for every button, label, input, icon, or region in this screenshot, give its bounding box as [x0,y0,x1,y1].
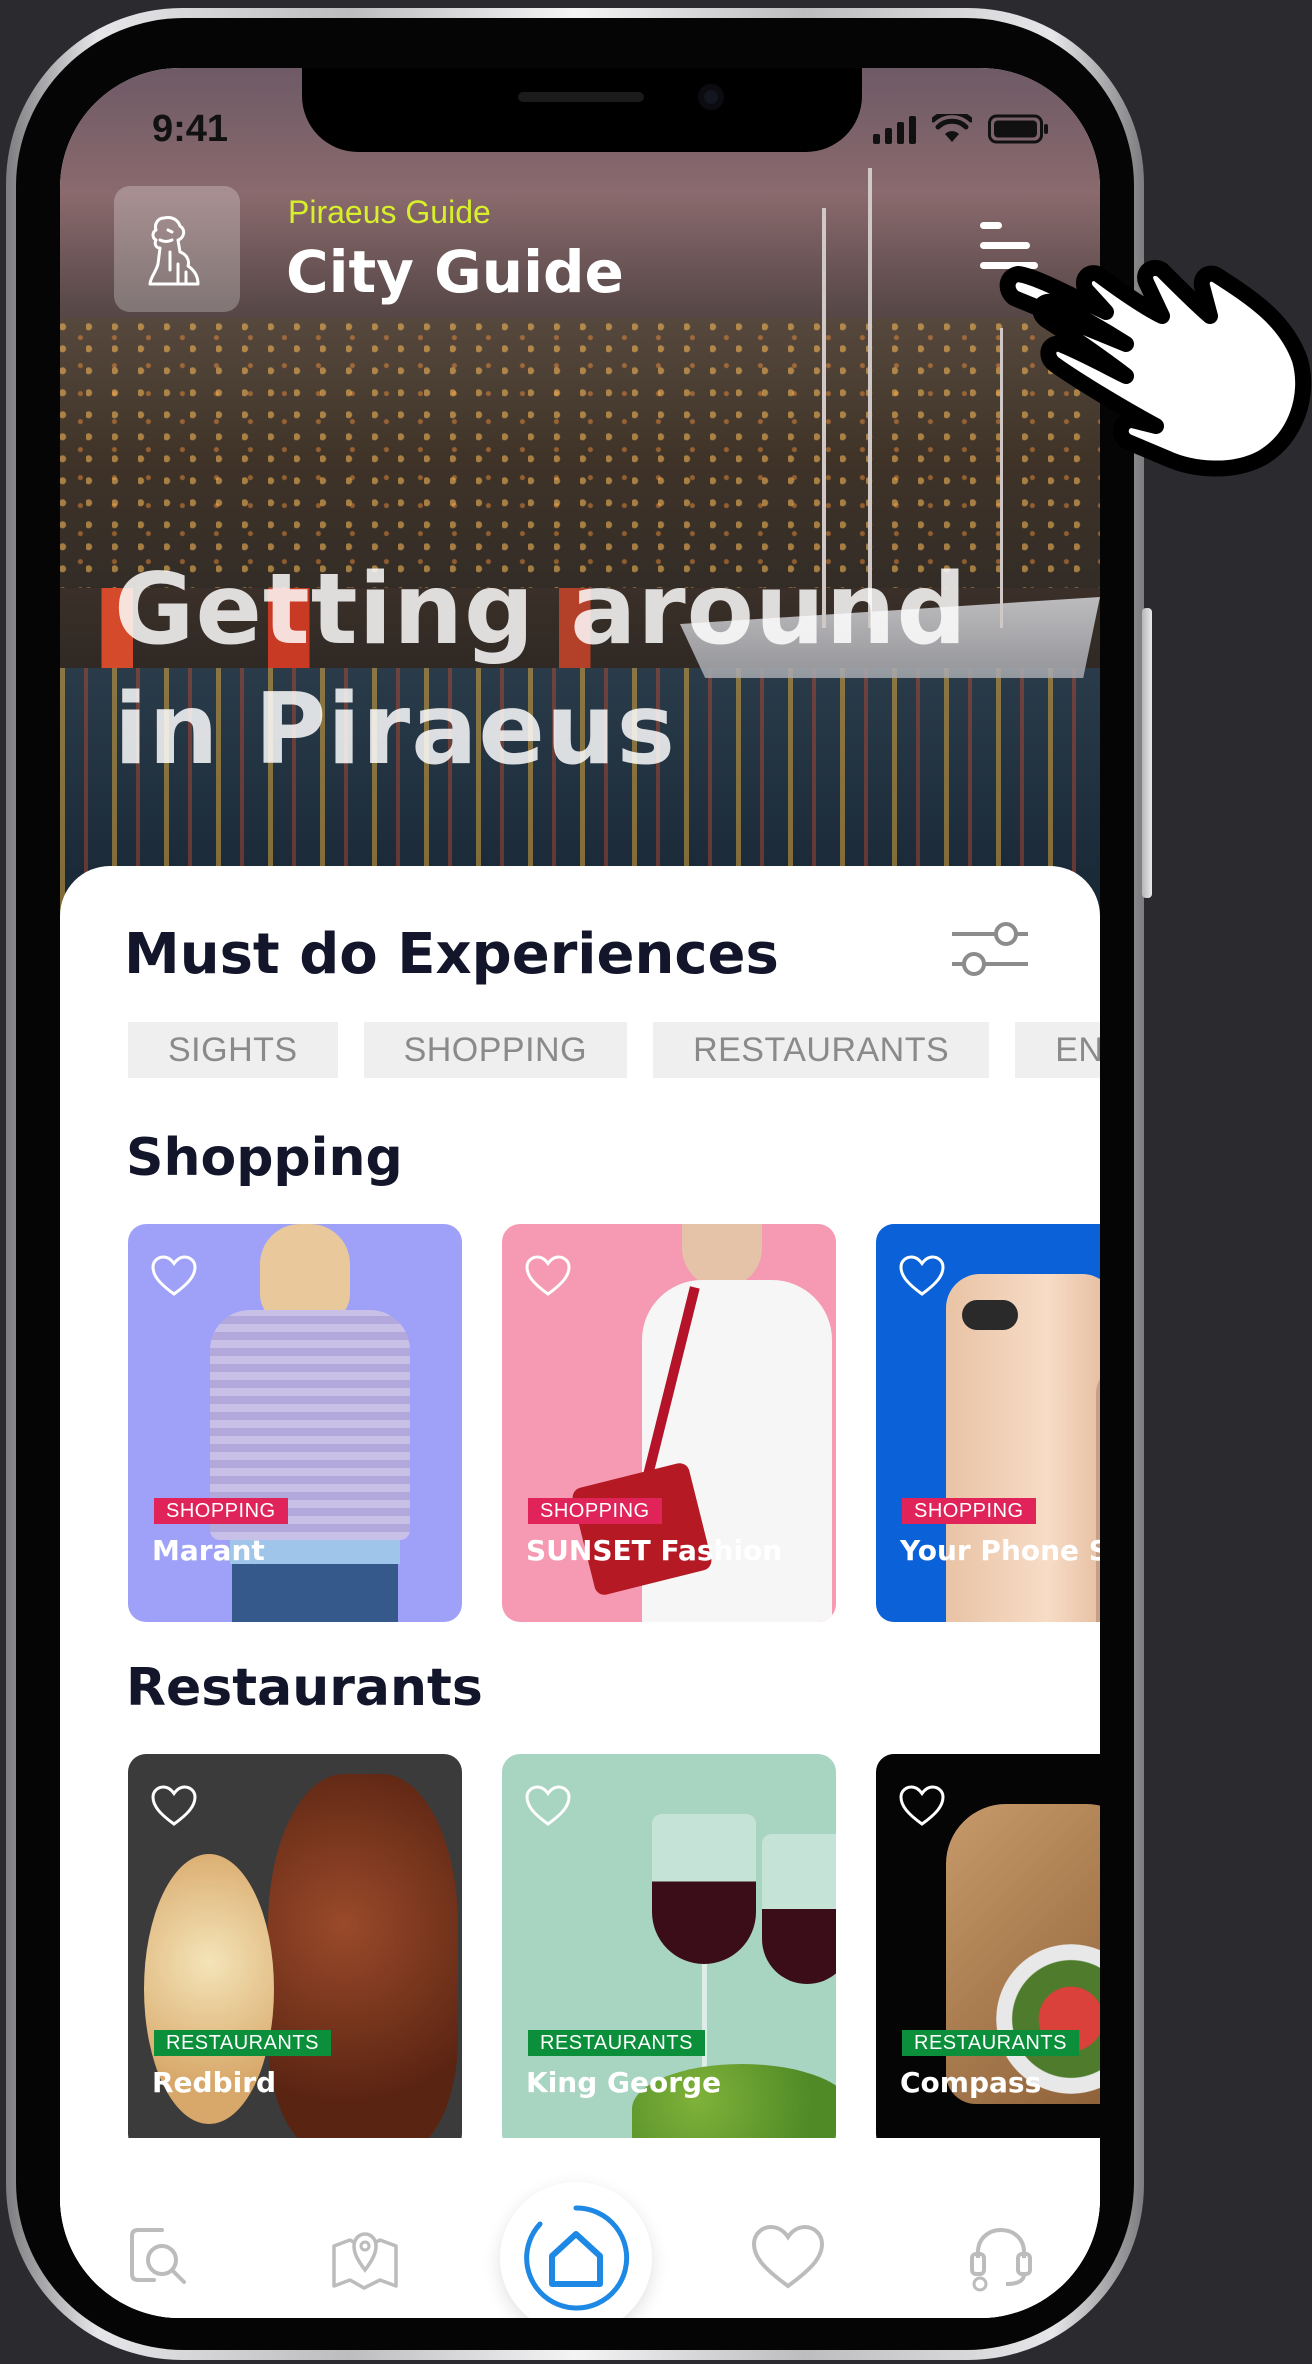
bottom-navigation [60,2138,1100,2318]
hero-title-line: in Piraeus [114,673,676,787]
status-icons [873,114,1050,144]
category-chips: SIGHTS SHOPPING RESTAURANTS ENTERTAINMEN… [128,1022,1100,1078]
stage: 9:41 Piraeus Guide City Guide Getting ar… [0,0,1312,2364]
category-tag: SHOPPING [528,1498,662,1524]
hero-title-line: Getting around [114,553,968,667]
headset-icon[interactable] [966,2222,1036,2292]
sliders-icon[interactable] [950,918,1030,980]
speaker [518,92,644,102]
section-title-shopping: Shopping [126,1128,403,1188]
place-name: Redbird [152,2066,277,2099]
section-title-restaurants: Restaurants [126,1658,483,1718]
cellular-signal-icon [873,116,916,144]
chip-shopping[interactable]: SHOPPING [363,1022,628,1078]
place-name: King George [526,2066,722,2099]
home-icon [524,2205,630,2311]
chip-entertainment[interactable]: ENTERTAINMENT [1015,1022,1100,1078]
wifi-icon [932,114,972,142]
heart-icon[interactable] [898,1784,946,1828]
heart-icon[interactable] [524,1784,572,1828]
category-tag: SHOPPING [902,1498,1036,1524]
heart-icon[interactable] [524,1254,572,1298]
lion-statue-icon [148,216,200,286]
side-button [1142,608,1152,898]
section-title-experiences: Must do Experiences [124,922,779,987]
place-name: Your Phone Shop [900,1534,1100,1567]
restaurant-card[interactable]: RESTAURANTS Redbird [128,1754,462,2152]
search-icon[interactable] [124,2222,194,2292]
restaurants-carousel: RESTAURANTS Redbird RESTAURANTS King Geo… [128,1754,1100,2152]
category-tag: RESTAURANTS [902,2030,1079,2056]
phone-notch [302,68,862,152]
map-pin-icon[interactable] [330,2222,400,2292]
restaurant-card[interactable]: RESTAURANTS Compass [876,1754,1100,2152]
heart-icon[interactable] [150,1784,198,1828]
place-name: Marant [152,1534,265,1567]
category-tag: SHOPPING [154,1498,288,1524]
heart-icon[interactable] [150,1254,198,1298]
category-tag: RESTAURANTS [154,2030,331,2056]
heart-icon[interactable] [898,1254,946,1298]
steak-illustration [268,1774,458,2152]
wine-glasses-illustration [632,1814,836,2152]
place-name: Compass [900,2066,1042,2099]
heart-icon[interactable] [750,2222,826,2292]
screen: 9:41 Piraeus Guide City Guide Getting ar… [60,68,1100,2318]
shop-card[interactable]: SHOPPING Your Phone Shop [876,1224,1100,1622]
hand-pointer-icon [999,259,1312,477]
place-name: SUNSET Fashion [526,1534,783,1567]
chip-sights[interactable]: SIGHTS [128,1022,338,1078]
cutting-board-illustration [946,1804,1100,2152]
chip-restaurants[interactable]: RESTAURANTS [653,1022,990,1078]
shop-card[interactable]: SHOPPING SUNSET Fashion [502,1224,836,1622]
front-camera [698,84,724,110]
content-sheet: Must do Experiences SIGHTS SHOPPING REST… [60,866,1100,2318]
app-subtitle: Piraeus Guide [288,194,491,230]
restaurant-card[interactable]: RESTAURANTS King George [502,1754,836,2152]
shop-card[interactable]: SHOPPING Marant [128,1224,462,1622]
hero-title: Getting around in Piraeus [114,550,1014,790]
phone-frame: 9:41 Piraeus Guide City Guide Getting ar… [6,8,1152,2360]
app-title: City Guide [286,238,624,306]
category-tag: RESTAURANTS [528,2030,705,2056]
hero-image: 9:41 Piraeus Guide City Guide Getting ar… [60,68,1100,968]
shopping-carousel: SHOPPING Marant SHOPPING SUNSET Fashion [128,1224,1100,1622]
phone-product-illustration [946,1274,1100,1622]
status-time: 9:41 [152,108,229,150]
battery-icon [988,114,1048,144]
home-button[interactable] [500,2182,652,2318]
app-logo[interactable] [114,186,240,312]
